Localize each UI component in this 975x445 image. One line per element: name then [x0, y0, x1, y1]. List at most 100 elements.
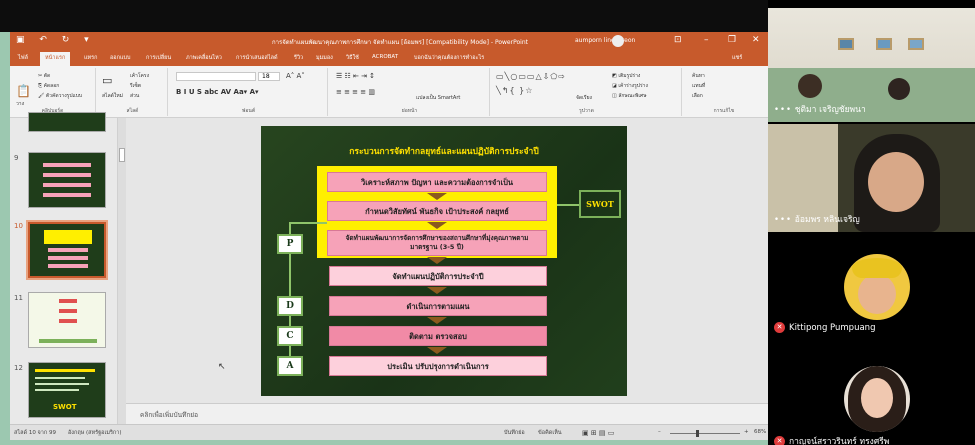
tab-home[interactable]: หน้าแรก: [40, 52, 71, 66]
paste-icon[interactable]: 📋: [16, 84, 31, 98]
find-button[interactable]: ค้นหา: [692, 72, 705, 80]
user-name[interactable]: aumporn linchareon: [575, 37, 635, 44]
notes-pane[interactable]: คลิกเพื่อเพิ่มบันทึกย่อ: [126, 403, 768, 424]
zoom-out-icon[interactable]: –: [658, 429, 661, 435]
arrow-icon: [427, 317, 447, 324]
shape-effects-button[interactable]: ◫ ลักษณะพิเศษ: [612, 92, 647, 100]
view-buttons[interactable]: ▣ ⊞ ▤ ▭: [582, 429, 614, 437]
slides-label: สไลด์: [126, 108, 139, 114]
slide-thumbnail-10-selected[interactable]: [26, 220, 108, 280]
step-implement: ดำเนินการตามแผน: [329, 296, 547, 316]
avatar: [844, 254, 910, 320]
minimize-icon[interactable]: –: [704, 35, 709, 45]
tab-help[interactable]: วิธีใช้: [346, 54, 359, 62]
slide-counter: สไลด์ 10 จาก 99: [14, 430, 56, 436]
clipboard-group: 📋 วาง ✂ ตัด ⎘ คัดลอก 🖌 ตัวคัดวางรูปแบบ ค…: [10, 68, 96, 116]
mic-muted-icon: ✕: [774, 322, 785, 333]
ribbon: 📋 วาง ✂ ตัด ⎘ คัดลอก 🖌 ตัวคัดวางรูปแบบ ค…: [10, 66, 768, 118]
tab-insert[interactable]: แทรก: [84, 54, 97, 62]
zoom-in-icon[interactable]: +: [744, 429, 749, 435]
arrow-icon: [427, 257, 447, 264]
close-icon[interactable]: ✕: [752, 35, 760, 45]
bold-italic-underline[interactable]: B I U S abc AV Aa▾ A▾: [176, 88, 259, 96]
slide-thumbnail-11[interactable]: [28, 292, 106, 348]
new-slide-button[interactable]: สไลด์ใหม่: [102, 92, 123, 100]
tell-me-search[interactable]: บอกฉันว่าคุณต้องการทำอะไร: [414, 54, 484, 62]
font-size-dropdown[interactable]: 18: [258, 72, 280, 81]
pdca-a-box: A: [277, 356, 303, 376]
thumb-swot-label: SWOT: [53, 403, 77, 411]
participants-panel: ••• ชุติมา เจริญชัยพนา ••• อ้อมพร หลินเจ…: [768, 0, 975, 445]
window-title: การจัดทำแผนพัฒนาคุณภาพการศึกษา จัดทำแผน …: [272, 39, 528, 46]
slide-thumbnail-8[interactable]: [28, 112, 106, 132]
tab-transitions[interactable]: การเปลี่ยน: [146, 54, 171, 62]
tab-review[interactable]: รีวิว: [294, 54, 303, 62]
notes-toggle-button[interactable]: บันทึกย่อ: [504, 429, 525, 437]
replace-button[interactable]: แทนที่: [692, 82, 705, 90]
step-annual-plan: จัดทำแผนปฏิบัติการประจำปี: [329, 266, 547, 286]
convert-smartart-button[interactable]: แปลงเป็น SmartArt: [416, 94, 460, 102]
arrow-icon: [427, 222, 447, 229]
slide-number: 12: [14, 364, 23, 372]
arrange-button[interactable]: จัดเรียง: [576, 94, 592, 102]
video-tile-4[interactable]: ✕ กาญจน์สราวรินทร์ ทรงศรีพ: [768, 348, 975, 445]
mouse-cursor-icon: ↖: [218, 362, 226, 372]
current-slide[interactable]: กระบวนการจัดทำกลยุทธ์และแผนปฏิบัติการประ…: [261, 126, 627, 396]
reset-button[interactable]: รีเซ็ต: [130, 82, 141, 90]
new-slide-icon[interactable]: ▭: [102, 74, 112, 87]
avatar: [844, 366, 910, 432]
shape-outline-button[interactable]: ◪ เค้าร่างรูปร่าง: [612, 82, 648, 90]
font-label: ฟอนต์: [241, 108, 256, 114]
video-tile-1[interactable]: ••• ชุติมา เจริญชัยพนา: [768, 8, 975, 122]
font-name-dropdown[interactable]: [176, 72, 256, 81]
connector-line: [289, 222, 327, 224]
slide-number: 11: [14, 294, 23, 302]
drawing-label: รูปวาด: [579, 108, 594, 114]
zoom-slider-knob[interactable]: [696, 430, 699, 437]
slide-thumbnail-12[interactable]: SWOT: [28, 362, 106, 418]
video-tile-2[interactable]: ••• อ้อมพร หลินเจริญ: [768, 124, 975, 232]
tab-file[interactable]: ไฟล์: [18, 54, 28, 62]
align-icons[interactable]: ≡ ≡ ≡ ≡ ▥: [336, 88, 375, 96]
zoom-slider[interactable]: [670, 433, 740, 434]
ribbon-display-icon[interactable]: ⊡: [674, 35, 682, 45]
cut-icon[interactable]: ✂ ตัด: [38, 72, 50, 80]
slide-thumbnail-9[interactable]: [28, 152, 106, 208]
grow-font-icon[interactable]: A˄ A˅: [286, 72, 305, 80]
connector-line: [557, 204, 579, 206]
slide-number-selected: 10: [14, 222, 23, 230]
quick-styles-button[interactable]: ◩ เติมรูปร่าง: [612, 72, 640, 80]
format-painter-icon[interactable]: 🖌 ตัวคัดวางรูปแบบ: [38, 92, 82, 100]
step-vision: กำหนดวิสัยทัศน์ พันธกิจ เป้าประสงค์ กลยุ…: [327, 201, 547, 221]
copy-icon[interactable]: ⎘ คัดลอก: [38, 82, 59, 90]
quick-access-toolbar[interactable]: ▣ ↶ ↻ ▾: [16, 35, 95, 45]
video-tile-3[interactable]: ✕ Kittipong Pumpuang: [768, 236, 975, 344]
step-monitor: ติดตาม ตรวจสอบ: [329, 326, 547, 346]
scrollbar-thumb[interactable]: [119, 148, 125, 162]
editing-group: ค้นหา แทนที่ เลือก การแก้ไข: [684, 68, 764, 116]
tab-design[interactable]: ออกแบบ: [110, 54, 130, 62]
slide-title: กระบวนการจัดทำกลยุทธ์และแผนปฏิบัติการประ…: [349, 147, 539, 157]
user-avatar[interactable]: [612, 35, 624, 47]
thumbnail-scrollbar[interactable]: [118, 118, 126, 424]
share-button[interactable]: แชร์: [732, 54, 742, 62]
language-indicator[interactable]: อังกฤษ (สหรัฐอเมริกา): [68, 429, 121, 437]
tab-acrobat[interactable]: ACROBAT: [372, 54, 398, 60]
slides-group: ▭ สไลด์ใหม่ เค้าโครง รีเซ็ต ส่วน สไลด์: [98, 68, 168, 116]
ribbon-tabs: ไฟล์ หน้าแรก แทรก ออกแบบ การเปลี่ยน ภาพเ…: [10, 50, 768, 66]
list-icons[interactable]: ☰ ☷ ⇤ ⇥ ↕: [336, 72, 375, 80]
shapes-gallery[interactable]: ▭╲○▭▭△⇩⬠⇨: [496, 72, 566, 81]
tab-animations[interactable]: ภาพเคลื่อนไหว: [186, 54, 222, 62]
select-button[interactable]: เลือก: [692, 92, 703, 100]
comments-toggle-button[interactable]: ข้อคิดเห็น: [538, 429, 562, 437]
participant-name: ✕ กาญจน์สราวรินทร์ ทรงศรีพ: [774, 434, 889, 445]
zoom-level[interactable]: 68%: [754, 429, 766, 435]
tab-view[interactable]: มุมมอง: [316, 54, 333, 62]
maximize-icon[interactable]: ❐: [728, 35, 736, 45]
status-bar: สไลด์ 10 จาก 99 อังกฤษ (สหรัฐอเมริกา) บั…: [10, 424, 768, 440]
shapes-gallery-row2[interactable]: ╲↰{ }☆: [496, 86, 533, 95]
section-button[interactable]: ส่วน: [130, 92, 139, 100]
arrow-icon: [427, 287, 447, 294]
layout-button[interactable]: เค้าโครง: [130, 72, 149, 80]
tab-slideshow[interactable]: การนำเสนอสไลด์: [236, 54, 278, 62]
